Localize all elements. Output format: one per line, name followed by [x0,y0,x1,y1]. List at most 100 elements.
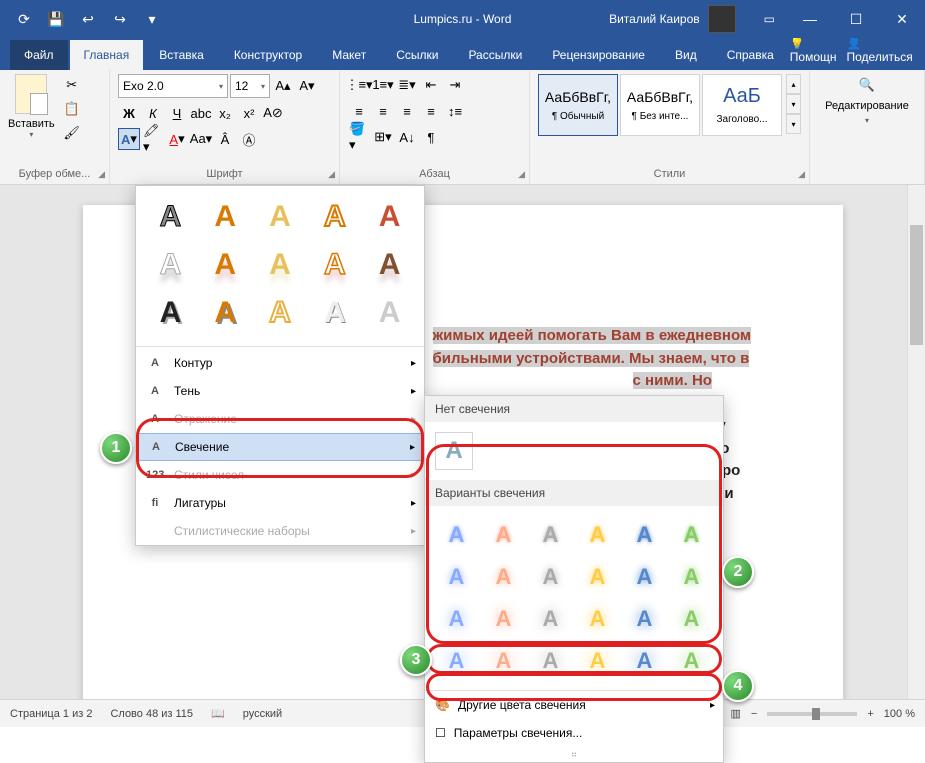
fx-preset[interactable]: A [310,244,359,286]
zoom-in-button[interactable]: + [867,708,873,720]
grow-font-icon[interactable]: A▴ [272,75,294,97]
tab-help[interactable]: Справка [713,40,788,70]
status-words[interactable]: Слово 48 из 115 [110,708,193,720]
fx-preset[interactable]: A [201,292,250,334]
glow-variant[interactable]: A [435,642,478,680]
tab-layout[interactable]: Макет [318,40,380,70]
glow-variant[interactable]: A [670,642,713,680]
tab-refs[interactable]: Ссылки [382,40,452,70]
font-name-combo[interactable]: Exo 2.0▾ [118,74,228,98]
glow-variant[interactable]: A [623,516,666,554]
glow-variant[interactable]: A [576,642,619,680]
glow-options[interactable]: ☐Параметры свечения... [425,719,723,747]
close-button[interactable]: ✕ [879,0,925,38]
clipboard-launcher[interactable]: ◢ [98,169,105,180]
zoom-out-button[interactable]: − [751,708,757,720]
glow-variant[interactable]: A [623,642,666,680]
style-gallery-scroll[interactable]: ▴▾▾ [786,74,801,166]
qat-dropdown-icon[interactable]: ▾ [138,5,166,33]
increase-indent-button[interactable]: ⇥ [444,74,466,96]
glow-variant[interactable]: A [482,600,525,638]
glow-variant[interactable]: A [435,516,478,554]
align-right-button[interactable]: ≡ [396,100,418,122]
fx-preset[interactable]: A [256,196,305,238]
tab-review[interactable]: Рецензирование [538,40,659,70]
account-area[interactable]: Виталий Каиров ▭ [609,5,775,33]
glow-variant[interactable]: A [529,642,572,680]
zoom-level[interactable]: 100 % [884,708,915,720]
ribbon-display-icon[interactable]: ▭ [764,12,775,26]
tab-file[interactable]: Файл [10,40,68,70]
glow-variant[interactable]: A [576,558,619,596]
fx-preset[interactable]: A [365,292,414,334]
align-left-button[interactable]: ≡ [348,100,370,122]
numbering-button[interactable]: 1≡▾ [372,74,394,96]
fx-preset[interactable]: A [146,196,195,238]
bullets-button[interactable]: ⋮≡▾ [348,74,370,96]
justify-button[interactable]: ≡ [420,100,442,122]
minimize-button[interactable]: — [787,0,833,38]
status-language[interactable]: русский [243,708,282,720]
sort-button[interactable]: A↓ [396,126,418,148]
tell-me[interactable]: 💡 Помощн [790,36,837,64]
multilevel-button[interactable]: ≣▾ [396,74,418,96]
glow-variant[interactable]: A [435,600,478,638]
format-painter-icon[interactable]: 🖌 [61,122,83,144]
glow-variant[interactable]: A [670,558,713,596]
bold-button[interactable]: Ж [118,102,140,124]
font-color-button[interactable]: A▾ [166,128,188,150]
glow-more-colors[interactable]: 🎨Другие цвета свечения▸ [425,691,723,719]
vertical-scrollbar[interactable] [907,185,925,699]
glow-none-option[interactable]: A [425,422,723,480]
fx-stylistic-sets[interactable]: Стилистические наборы▸ [136,517,424,545]
save-icon[interactable]: 💾 [42,5,70,33]
fx-preset[interactable]: A [310,196,359,238]
fx-preset[interactable]: A [310,292,359,334]
fx-preset[interactable]: A [201,244,250,286]
show-marks-button[interactable]: ¶ [420,126,442,148]
fx-preset[interactable]: A [201,196,250,238]
tab-design[interactable]: Конструктор [220,40,316,70]
glow-variant[interactable]: A [529,600,572,638]
shading-button[interactable]: 🪣▾ [348,126,370,148]
fx-shadow[interactable]: AТень▸ [136,377,424,405]
borders-button[interactable]: ⊞▾ [372,126,394,148]
strike-button[interactable]: abc [190,102,212,124]
tab-home[interactable]: Главная [70,40,144,70]
avatar[interactable] [708,5,736,33]
align-center-button[interactable]: ≡ [372,100,394,122]
glow-variant[interactable]: A [623,600,666,638]
fx-preset[interactable]: A [365,196,414,238]
font-launcher[interactable]: ◢ [328,169,335,180]
char-scale-button[interactable]: Â [214,128,236,150]
editing-label[interactable]: Редактирование [825,100,909,112]
text-effects-button[interactable]: A▾ [118,128,140,150]
paste-button[interactable]: Вставить ▾ [8,74,55,166]
tab-insert[interactable]: Вставка [145,40,218,70]
glow-variant[interactable]: A [529,516,572,554]
font-size-combo[interactable]: 12▾ [230,74,270,98]
fx-preset[interactable]: A [146,292,195,334]
fx-ligatures[interactable]: fiЛигатуры▸ [136,489,424,517]
line-spacing-button[interactable]: ↕≡ [444,100,466,122]
fx-glow[interactable]: AСвечение▸ [136,433,424,461]
decrease-indent-button[interactable]: ⇤ [420,74,442,96]
glow-variant[interactable]: A [670,600,713,638]
status-proofing-icon[interactable]: 📖 [211,707,225,720]
fx-preset[interactable]: A [256,244,305,286]
style-normal[interactable]: АаБбВвГг,¶ Обычный [538,74,618,136]
glow-variant[interactable]: A [482,516,525,554]
fx-preset[interactable]: A [256,292,305,334]
glow-variant[interactable]: A [529,558,572,596]
fx-preset[interactable]: A [146,244,195,286]
find-button[interactable]: 🔍 [850,74,884,96]
cut-icon[interactable]: ✂ [61,74,83,96]
view-web-icon[interactable]: ▥ [731,707,741,720]
fx-preset[interactable]: A [365,244,414,286]
tab-view[interactable]: Вид [661,40,711,70]
shrink-font-icon[interactable]: A▾ [296,75,318,97]
fx-outline[interactable]: AКонтур▸ [136,349,424,377]
glow-variant[interactable]: A [482,558,525,596]
status-page[interactable]: Страница 1 из 2 [10,708,92,720]
subscript-button[interactable]: x₂ [214,102,236,124]
